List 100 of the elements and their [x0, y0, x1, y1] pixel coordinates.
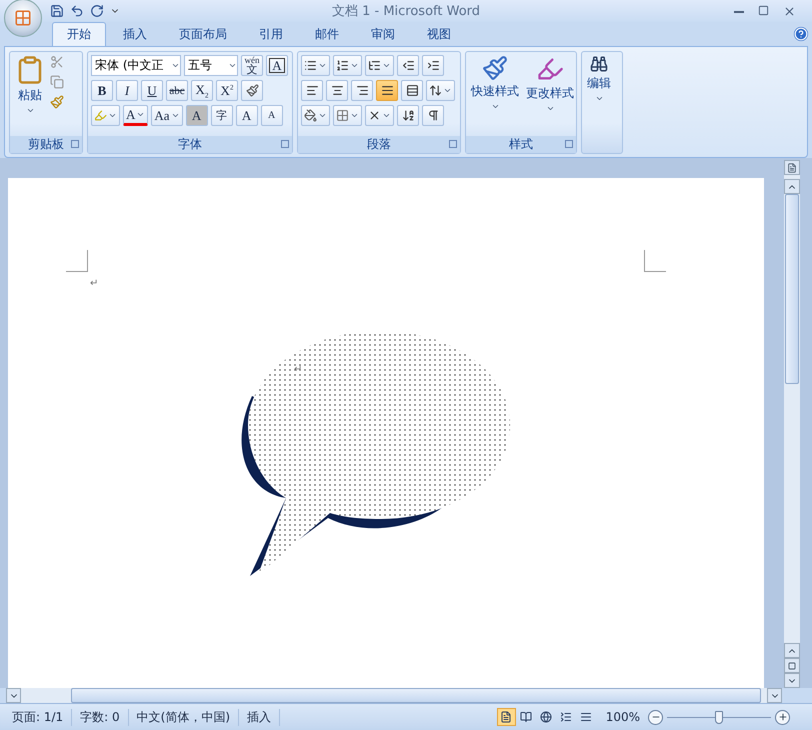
- clear-format-button[interactable]: [241, 80, 263, 101]
- ribbon-tab[interactable]: 视图: [412, 22, 466, 46]
- redo-icon: [90, 4, 104, 18]
- undo-button[interactable]: [70, 4, 84, 18]
- increase-indent-button[interactable]: [422, 55, 444, 76]
- shrink-font-button[interactable]: A: [260, 105, 283, 126]
- next-page-button[interactable]: [784, 673, 800, 688]
- change-case-button[interactable]: Aa: [151, 105, 183, 126]
- zoom-in-button[interactable]: [775, 710, 790, 724]
- paste-button[interactable]: 粘贴: [13, 55, 47, 133]
- highlighter-icon: [94, 109, 107, 122]
- ribbon-tab[interactable]: 邮件: [300, 22, 354, 46]
- caret-icon: [490, 102, 500, 111]
- decrease-indent-button[interactable]: [397, 55, 419, 76]
- alignment-button[interactable]: [301, 80, 323, 101]
- zoom-out-button[interactable]: [648, 710, 663, 724]
- caret-icon: [318, 61, 327, 70]
- ribbon-tab[interactable]: 开始: [52, 22, 106, 46]
- alignment-button[interactable]: [351, 80, 373, 101]
- quick-styles-button[interactable]: 快速样式: [469, 55, 521, 133]
- caret-icon: [350, 61, 359, 70]
- subscript-button[interactable]: X$_{2}$: [191, 80, 213, 101]
- numbering-button[interactable]: [333, 55, 362, 76]
- cut-icon: [50, 55, 64, 69]
- ruler-toggle-button[interactable]: [784, 160, 800, 175]
- font-size-field[interactable]: 五号: [184, 55, 238, 76]
- paragraph-mark: ↵: [294, 364, 302, 375]
- dialog-launcher[interactable]: [565, 140, 573, 148]
- asian-layout-button[interactable]: [365, 105, 394, 126]
- scrollbar-thumb[interactable]: [71, 688, 761, 703]
- align-icon: [380, 84, 394, 97]
- alignment-button[interactable]: [326, 80, 348, 101]
- alignment-button[interactable]: [376, 80, 398, 101]
- strikethrough-button[interactable]: abc: [166, 80, 188, 101]
- font-name-field[interactable]: 宋体 (中文正: [91, 55, 181, 76]
- view-icon: [560, 711, 572, 723]
- dialog-launcher[interactable]: [281, 140, 289, 148]
- minimize-icon: [734, 10, 744, 12]
- line-spacing-icon: [429, 84, 442, 97]
- caret-icon: [26, 106, 34, 115]
- multilevel-list-button[interactable]: [365, 55, 394, 76]
- browse-object-button[interactable]: [784, 658, 800, 673]
- caret-icon: [318, 111, 327, 120]
- view-button[interactable]: [496, 708, 516, 726]
- view-icon: [520, 711, 532, 723]
- redo-button[interactable]: [90, 4, 104, 18]
- scroll-left-button[interactable]: [6, 688, 21, 703]
- caret-icon: [170, 111, 180, 120]
- superscript-button[interactable]: X$^{2}$: [216, 80, 238, 101]
- close-icon: [783, 4, 796, 18]
- binoculars-icon: [590, 55, 608, 73]
- character-shading-button[interactable]: A: [186, 105, 208, 126]
- underline-button[interactable]: U: [141, 80, 163, 101]
- show-marks-button[interactable]: [422, 105, 444, 126]
- scroll-right-button[interactable]: [767, 688, 782, 703]
- numbered-list-icon: [336, 59, 349, 72]
- previous-page-button[interactable]: [784, 643, 800, 658]
- alignment-button[interactable]: [401, 80, 423, 101]
- save-button[interactable]: [50, 4, 64, 18]
- paint-bucket-icon: [304, 109, 317, 122]
- align-icon: [406, 84, 418, 97]
- maximize-button[interactable]: [758, 4, 769, 18]
- border-grid-icon: [336, 109, 349, 122]
- office-button[interactable]: [4, 0, 42, 37]
- scroll-up-button[interactable]: [784, 179, 800, 194]
- grow-font-button[interactable]: A: [236, 105, 258, 126]
- line-spacing-button[interactable]: [426, 80, 455, 101]
- align-icon: [306, 84, 318, 97]
- bullets-button[interactable]: [301, 55, 330, 76]
- align-icon: [330, 84, 344, 97]
- ribbon-tab[interactable]: 引用: [244, 22, 298, 46]
- font-color-button[interactable]: A: [123, 105, 148, 126]
- group-label: 剪贴板: [28, 136, 64, 153]
- bullet-list-icon: [304, 59, 317, 72]
- zoom-thumb[interactable]: [715, 710, 723, 724]
- shading-button[interactable]: [301, 105, 330, 126]
- group-label: 段落: [367, 136, 391, 153]
- status-item: 字数: 0: [72, 708, 129, 726]
- italic-button[interactable]: I: [116, 80, 138, 101]
- phonetic-guide-button[interactable]: wén 文: [241, 55, 263, 76]
- enclose-character-button[interactable]: 字: [210, 105, 233, 126]
- caret-icon: [546, 104, 554, 113]
- scrollbar-thumb[interactable]: [785, 194, 799, 384]
- bold-button[interactable]: B: [91, 80, 113, 101]
- ribbon-tab[interactable]: 审阅: [356, 22, 410, 46]
- close-button[interactable]: [783, 4, 796, 18]
- help-icon[interactable]: [794, 27, 808, 41]
- plus-icon: [778, 712, 788, 722]
- borders-button[interactable]: [333, 105, 362, 126]
- maximize-icon: [758, 4, 769, 16]
- zoom-level: 100%: [606, 710, 640, 724]
- align-icon: [356, 84, 368, 97]
- change-styles-button[interactable]: 更改样式: [524, 55, 576, 133]
- character-border-button[interactable]: A: [266, 55, 288, 76]
- ribbon-tab[interactable]: 插入: [108, 22, 162, 46]
- sort-button[interactable]: [397, 105, 419, 126]
- dialog-launcher[interactable]: [71, 140, 79, 148]
- dialog-launcher[interactable]: [449, 140, 457, 148]
- ribbon-tab[interactable]: 页面布局: [164, 22, 242, 46]
- save-icon: [50, 4, 64, 18]
